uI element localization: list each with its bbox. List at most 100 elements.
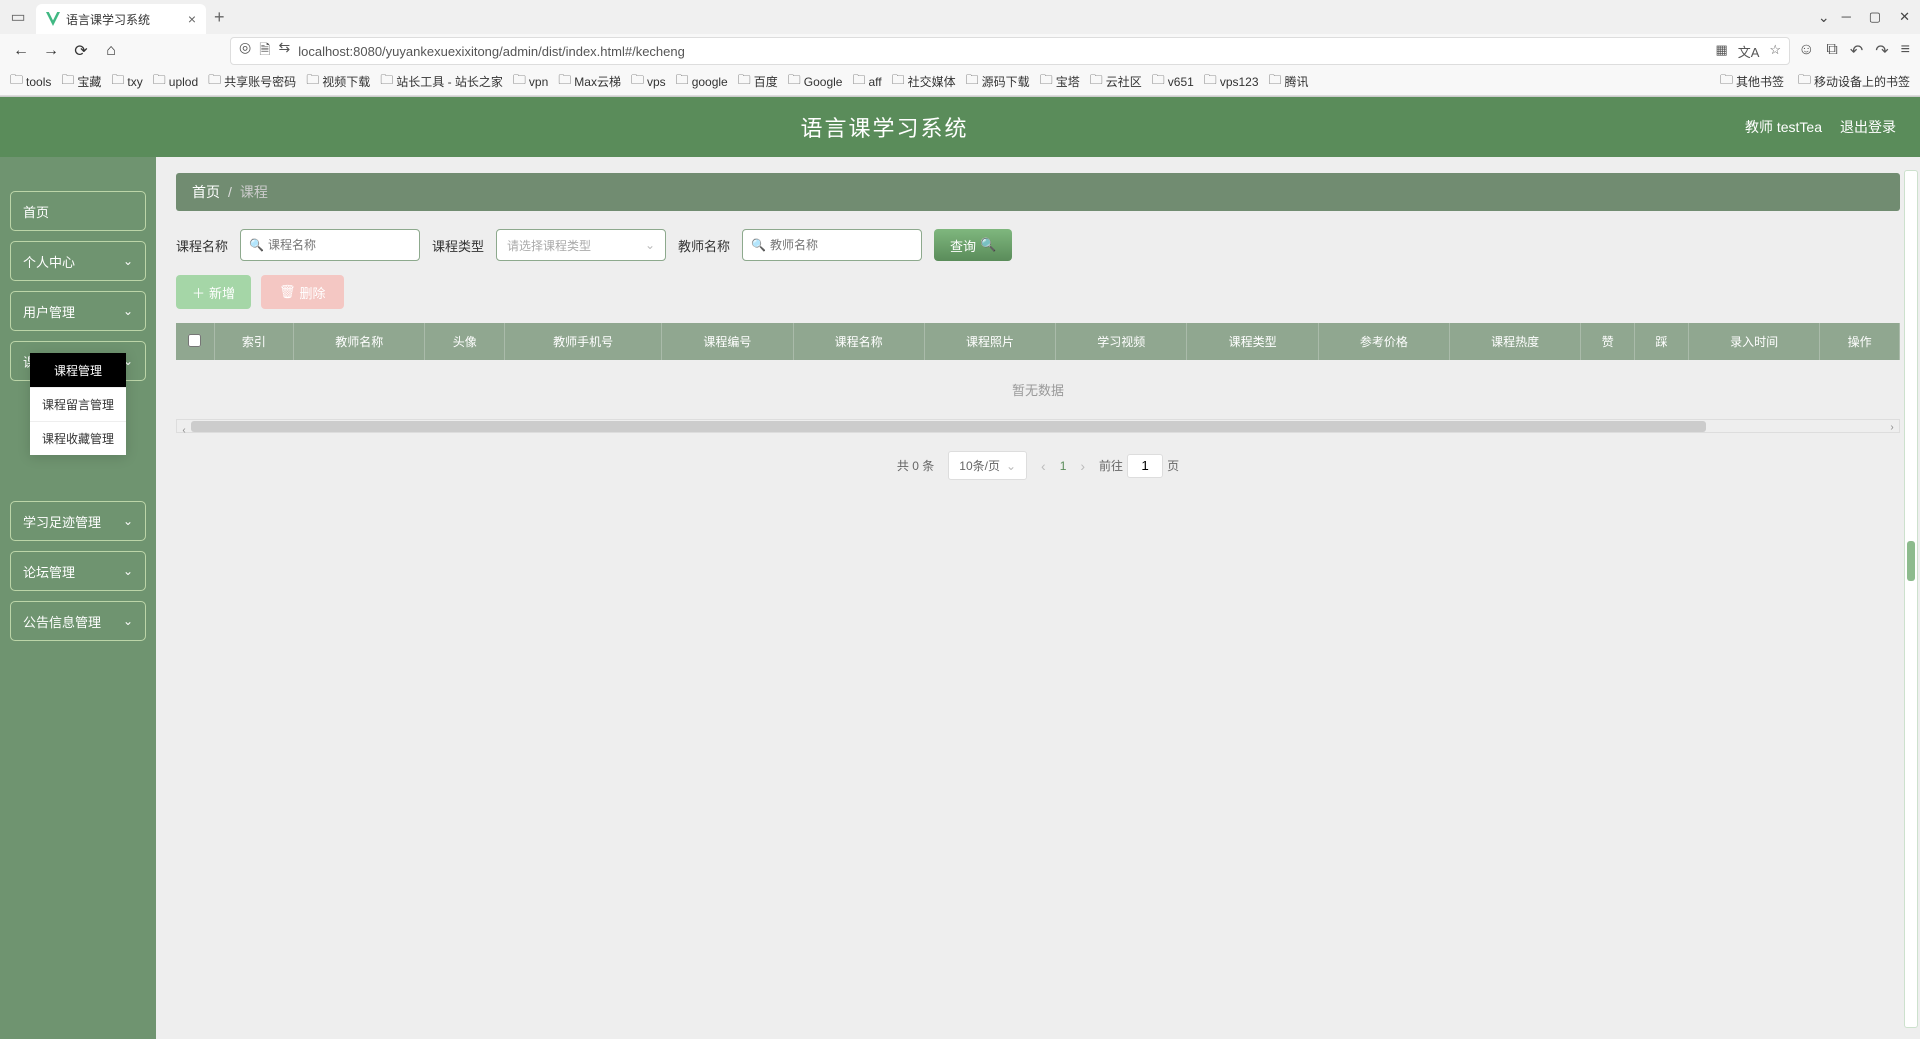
undo-icon[interactable]: ↶ (1850, 41, 1863, 61)
folder-icon (10, 71, 23, 93)
qr-icon[interactable]: ▦ (1715, 42, 1727, 61)
bookmark-item[interactable]: vpn (513, 71, 548, 93)
jump-input[interactable] (1127, 454, 1163, 478)
filter-name-label: 课程名称 (176, 236, 228, 255)
page-size-label: 10条/页 (959, 457, 1000, 474)
table-column-header: 学习视频 (1056, 323, 1187, 360)
submenu-course-comments[interactable]: 课程留言管理 (30, 387, 126, 421)
delete-button[interactable]: 🗑 删除 (261, 275, 344, 309)
sidebar-item-learning[interactable]: 学习足迹管理 (10, 501, 146, 541)
submenu-course-favorites[interactable]: 课程收藏管理 (30, 421, 126, 455)
folder-icon (1040, 71, 1053, 93)
sidebar-item-forum[interactable]: 论坛管理 (10, 551, 146, 591)
search-button-label: 查询 (950, 236, 976, 255)
bookmark-item[interactable]: 共享账号密码 (208, 71, 296, 93)
browser-tab[interactable]: 语言课学习系统 × (36, 4, 206, 34)
search-button[interactable]: 查询 🔍 (934, 229, 1012, 261)
bookmark-star-icon[interactable]: ☆ (1769, 42, 1781, 61)
bookmark-item[interactable]: 宝塔 (1040, 71, 1080, 93)
sidebar-item-users[interactable]: 用户管理 (10, 291, 146, 331)
scroll-left-icon[interactable]: ‹ (177, 424, 191, 438)
search-icon: 🔍 (751, 238, 766, 252)
bookmark-item[interactable]: v651 (1152, 71, 1194, 93)
bookmark-item[interactable]: 社交媒体 (892, 71, 956, 93)
url-text: localhost:8080/yuyankexuexixitong/admin/… (298, 44, 685, 59)
main-content: 首页 / 课程 课程名称 🔍 课程类型 请选择课程类型 教师名称 🔍 查询 🔍 (156, 157, 1920, 1039)
filter-name-input[interactable] (268, 238, 411, 252)
sidebar-item-notice[interactable]: 公告信息管理 (10, 601, 146, 641)
browser-recent-icon[interactable]: ▭ (8, 7, 28, 27)
translate-icon[interactable]: 文A (1738, 42, 1760, 61)
close-tab-icon[interactable]: × (188, 11, 196, 27)
shield-icon[interactable]: ◎ (239, 39, 251, 63)
add-button[interactable]: ＋ 新增 (176, 275, 251, 309)
folder-icon (852, 71, 865, 93)
folder-icon (738, 71, 751, 93)
magnifier-icon: 🔍 (980, 237, 996, 253)
bookmark-item[interactable]: 云社区 (1090, 71, 1142, 93)
scroll-thumb[interactable] (191, 421, 1706, 432)
browser-chrome: ▭ 语言课学习系统 × + ⌄ ─ ▢ ✕ ← → ⟳ ⌂ ◎ 🗎 ⇆ loca… (0, 0, 1920, 97)
folder-icon (558, 71, 571, 93)
bookmark-item[interactable]: Google (788, 71, 843, 93)
breadcrumb-home[interactable]: 首页 (192, 182, 220, 202)
connection-icon[interactable]: ⇆ (278, 39, 290, 63)
submenu-course-manage[interactable]: 课程管理 (30, 353, 126, 387)
extensions-icon[interactable]: ⧉ (1826, 41, 1837, 61)
horizontal-scrollbar[interactable]: ‹ › (176, 419, 1900, 433)
current-page[interactable]: 1 (1060, 459, 1067, 473)
page-icon[interactable]: 🗎 (259, 39, 270, 63)
sidebar-item-home[interactable]: 首页 (10, 191, 146, 231)
forward-button[interactable]: → (40, 40, 62, 62)
folder-icon (1798, 71, 1811, 93)
next-page-button[interactable]: › (1080, 458, 1085, 474)
folder-icon (966, 71, 979, 93)
search-icon: 🔍 (249, 238, 264, 252)
close-window-icon[interactable]: ✕ (1899, 9, 1910, 25)
account-icon[interactable]: ☺ (1798, 41, 1814, 61)
bookmark-item[interactable]: 宝藏 (61, 71, 101, 93)
select-all-checkbox[interactable] (188, 334, 201, 347)
bookmark-item[interactable]: 百度 (738, 71, 778, 93)
right-scroll-thumb[interactable] (1907, 541, 1915, 581)
filter-teacher-input[interactable] (770, 238, 913, 252)
new-tab-button[interactable]: + (214, 7, 225, 28)
action-row: ＋ 新增 🗑 删除 (176, 275, 1900, 309)
add-button-label: 新增 (209, 283, 235, 302)
menu-icon[interactable]: ≡ (1901, 41, 1910, 61)
bookmark-item[interactable]: Max云梯 (558, 71, 621, 93)
jump-suffix: 页 (1167, 457, 1179, 474)
tab-dropdown-icon[interactable]: ⌄ (1818, 9, 1830, 26)
bookmark-item[interactable]: vps (631, 71, 666, 93)
bookmark-item[interactable]: 腾讯 (1269, 71, 1309, 93)
bookmark-item[interactable]: google (676, 71, 728, 93)
back-button[interactable]: ← (10, 40, 32, 62)
sidebar-item-profile[interactable]: 个人中心 (10, 241, 146, 281)
filter-type-select[interactable]: 请选择课程类型 (496, 229, 666, 261)
minimize-icon[interactable]: ─ (1842, 9, 1851, 25)
bookmark-item[interactable]: 源码下载 (966, 71, 1030, 93)
table-column-header: 索引 (214, 323, 294, 360)
logout-button[interactable]: 退出登录 (1840, 117, 1896, 137)
address-bar[interactable]: ◎ 🗎 ⇆ localhost:8080/yuyankexuexixitong/… (230, 37, 1790, 65)
user-label[interactable]: 教师 testTea (1745, 117, 1822, 137)
maximize-icon[interactable]: ▢ (1869, 9, 1881, 25)
scroll-right-icon[interactable]: › (1885, 420, 1899, 434)
table-column-header: 课程类型 (1187, 323, 1318, 360)
bookmark-item[interactable]: 其他书签 (1720, 71, 1784, 93)
reload-button[interactable]: ⟳ (70, 40, 92, 62)
bookmark-item[interactable]: 站长工具 - 站长之家 (380, 71, 503, 93)
page-size-select[interactable]: 10条/页 (948, 451, 1027, 480)
prev-page-button[interactable]: ‹ (1041, 458, 1046, 474)
bookmark-item[interactable]: uplod (153, 71, 198, 93)
share-icon[interactable]: ↷ (1875, 41, 1888, 61)
bookmark-item[interactable]: tools (10, 71, 51, 93)
bookmark-item[interactable]: 移动设备上的书签 (1798, 71, 1910, 93)
bookmark-item[interactable]: txy (111, 71, 142, 93)
bookmark-item[interactable]: vps123 (1204, 71, 1259, 93)
table-column-header: 课程名称 (793, 323, 924, 360)
home-button[interactable]: ⌂ (100, 40, 122, 62)
sidebar-submenu-course: 课程管理 课程留言管理 课程收藏管理 (30, 353, 126, 455)
bookmark-item[interactable]: 视频下载 (306, 71, 370, 93)
bookmark-item[interactable]: aff (852, 71, 881, 93)
